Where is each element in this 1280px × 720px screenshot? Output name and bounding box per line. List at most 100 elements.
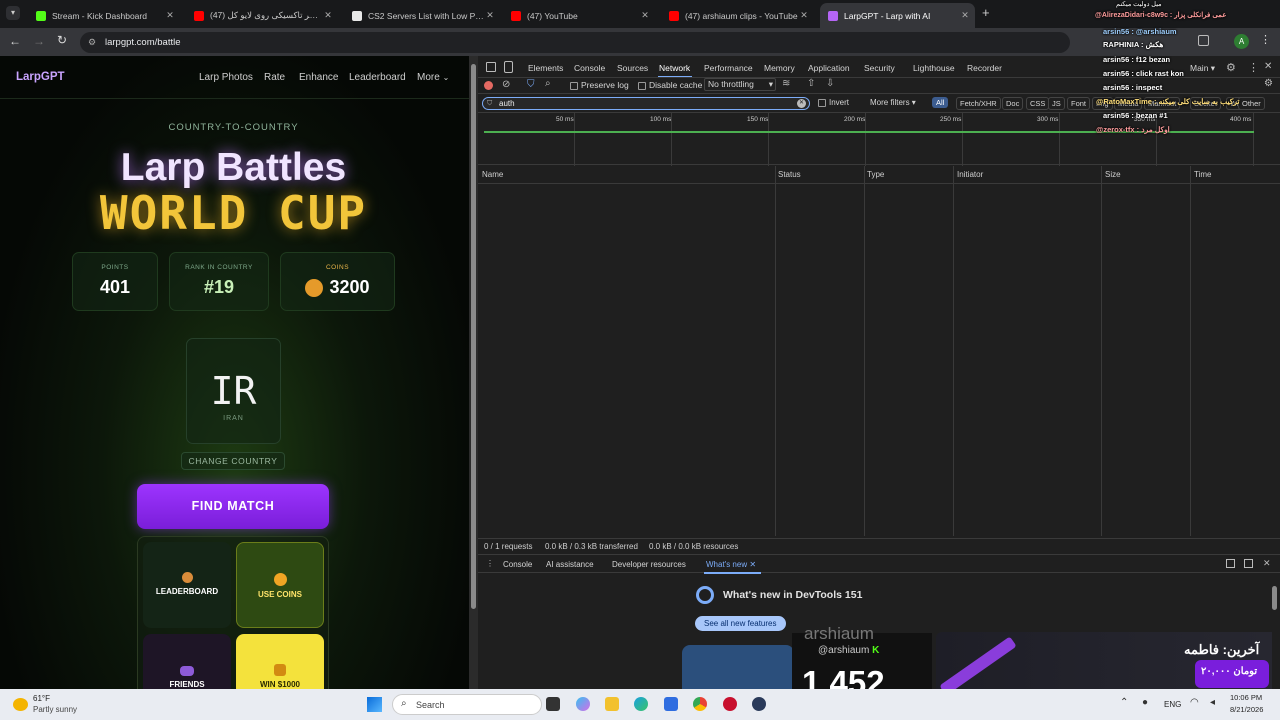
wifi-icon[interactable]: ◠ [1190, 697, 1199, 708]
taskbar-search[interactable]: ⌕ Search [392, 694, 542, 715]
microphone-icon[interactable]: ● [1142, 697, 1148, 708]
nav-leaderboard[interactable]: Leaderboard [349, 72, 406, 83]
devtools-tab-memory[interactable]: Memory [764, 63, 795, 73]
task-view-icon[interactable] [546, 697, 560, 711]
devtools-tab-recorder[interactable]: Recorder [967, 63, 1002, 73]
close-icon[interactable]: ✕ [164, 10, 176, 21]
dock-side-icon[interactable] [1226, 559, 1235, 568]
app-red-icon[interactable] [723, 697, 737, 711]
filter-type-css[interactable]: CSS [1026, 97, 1050, 110]
chrome-icon[interactable] [693, 697, 707, 711]
column-name[interactable]: Name [482, 170, 503, 179]
tab-youtube-home[interactable]: (47) YouTube ✕ [503, 3, 655, 28]
weather-icon[interactable] [13, 698, 28, 711]
nav-larp-photos[interactable]: Larp Photos [199, 72, 253, 83]
devtools-tab-network[interactable]: Network [659, 63, 690, 73]
column-status[interactable]: Status [778, 170, 801, 179]
drawer-tab-whats-new[interactable]: What's new ✕ [706, 560, 756, 569]
clock-time[interactable]: 10:06 PM [1230, 693, 1262, 702]
filter-type-all[interactable]: All [932, 97, 949, 108]
edge-icon[interactable] [634, 697, 648, 711]
export-har-icon[interactable]: ⇩ [826, 78, 834, 89]
extensions-icon[interactable] [1198, 35, 1209, 46]
column-size[interactable]: Size [1105, 170, 1121, 179]
close-icon[interactable]: ✕ [798, 10, 810, 21]
clear-icon[interactable]: ⊘ [502, 79, 510, 90]
filter-type-fetch-xhr[interactable]: Fetch/XHR [956, 97, 1001, 110]
site-brand[interactable]: LarpGPT [16, 71, 65, 83]
change-country-button[interactable]: CHANGE COUNTRY [181, 452, 285, 470]
win-1000-tile[interactable]: WIN $1000 [236, 634, 324, 689]
close-devtools-icon[interactable]: ✕ [1264, 61, 1272, 72]
close-icon[interactable]: ✕ [484, 10, 496, 21]
close-icon[interactable]: ✕ [322, 10, 334, 21]
nav-rate[interactable]: Rate [264, 72, 285, 83]
tab-kick-dashboard[interactable]: Stream - Kick Dashboard ✕ [28, 3, 180, 28]
drawer-tab-console[interactable]: Console [503, 560, 532, 569]
devtools-tab-lighthouse[interactable]: Lighthouse [913, 63, 955, 73]
record-icon[interactable] [484, 81, 493, 90]
column-time[interactable]: Time [1194, 170, 1211, 179]
filter-type-doc[interactable]: Doc [1002, 97, 1024, 110]
preserve-log-checkbox[interactable]: Preserve log [570, 80, 629, 90]
clear-filter-icon[interactable]: ✕ [797, 99, 806, 108]
disable-cache-checkbox[interactable]: Disable cache [638, 80, 702, 90]
devtools-tab-sources[interactable]: Sources [617, 63, 648, 73]
weather-temp[interactable]: 61°F [33, 694, 50, 703]
more-filters-button[interactable]: More filters ▾ [870, 98, 916, 107]
network-settings-icon[interactable]: ⚙ [1264, 78, 1273, 89]
inspect-element-icon[interactable] [486, 62, 496, 72]
drawer-tab-ai-assistance[interactable]: AI assistance [546, 560, 594, 569]
filter-type-font[interactable]: Font [1067, 97, 1091, 110]
filter-icon[interactable]: ⛉ [527, 79, 535, 90]
tab-larpgpt[interactable]: LarpGPT - Larp with AI ✕ [820, 3, 975, 28]
settings-icon[interactable]: ⚙ [1226, 61, 1236, 74]
undock-icon[interactable] [1244, 559, 1253, 568]
devtools-tab-performance[interactable]: Performance [704, 63, 753, 73]
column-type[interactable]: Type [867, 170, 884, 179]
new-tab-icon[interactable]: + [982, 5, 990, 20]
column-initiator[interactable]: Initiator [957, 170, 983, 179]
network-conditions-icon[interactable]: ≋ [782, 78, 790, 89]
tab-youtube-video[interactable]: (47) اگر تاکسیکی روی لایو کل... ✕ [186, 3, 338, 28]
target-select[interactable]: Main ▾ [1190, 63, 1215, 74]
copilot-icon[interactable] [576, 697, 590, 711]
devtools-tab-console[interactable]: Console [574, 63, 605, 73]
drawer-tab-developer-resources[interactable]: Developer resources [612, 560, 686, 569]
close-icon[interactable]: ✕ [749, 560, 756, 569]
volume-icon[interactable]: ◂ [1210, 697, 1215, 708]
tray-overflow-icon[interactable]: ⌃ [1120, 697, 1128, 708]
app-dark-icon[interactable] [752, 697, 766, 711]
devtools-menu-icon[interactable]: ⋮ [1248, 61, 1259, 74]
filter-type-js[interactable]: JS [1048, 97, 1065, 110]
friends-tile[interactable]: FRIENDS [143, 634, 231, 689]
drawer-menu-icon[interactable]: ⋮ [486, 559, 494, 568]
profile-avatar[interactable]: A [1234, 34, 1249, 49]
filter-type-other[interactable]: Other [1238, 97, 1265, 110]
see-all-features-button[interactable]: See all new features [695, 616, 786, 631]
start-icon[interactable] [367, 697, 382, 712]
use-coins-tile[interactable]: USE COINS [236, 542, 324, 628]
nav-more[interactable]: More ⌄ [417, 72, 449, 83]
page-scrollbar-thumb[interactable] [471, 64, 476, 609]
forward-icon[interactable]: → [33, 34, 45, 48]
store-icon[interactable] [664, 697, 678, 711]
tab-youtube-clips[interactable]: (47) arshiaum clips - YouTube ✕ [661, 3, 814, 28]
close-icon[interactable]: ✕ [639, 10, 651, 21]
import-har-icon[interactable]: ⇧ [807, 78, 815, 89]
devtools-tab-application[interactable]: Application [808, 63, 850, 73]
devtools-tab-elements[interactable]: Elements [528, 63, 563, 73]
devtools-tab-security[interactable]: Security [864, 63, 895, 73]
filter-input[interactable]: ⛉ auth ✕ [482, 97, 810, 110]
tab-list-dropdown-icon[interactable]: ▾ [6, 6, 20, 20]
keyboard-language[interactable]: ENG [1164, 700, 1181, 709]
tab-cs2-servers[interactable]: CS2 Servers List with Low Ping ✕ [344, 3, 500, 28]
site-info-icon[interactable]: ⚙ [88, 32, 96, 53]
menu-icon[interactable]: ⋮ [1260, 33, 1271, 46]
back-icon[interactable]: ← [9, 34, 21, 48]
search-icon[interactable]: ⌕ [545, 78, 551, 89]
address-bar[interactable]: ⚙ larpgpt.com/battle [80, 32, 1070, 53]
nav-enhance[interactable]: Enhance [299, 72, 338, 83]
throttling-select[interactable]: No throttling ▾ [704, 78, 776, 91]
reload-icon[interactable]: ↻ [57, 33, 67, 47]
